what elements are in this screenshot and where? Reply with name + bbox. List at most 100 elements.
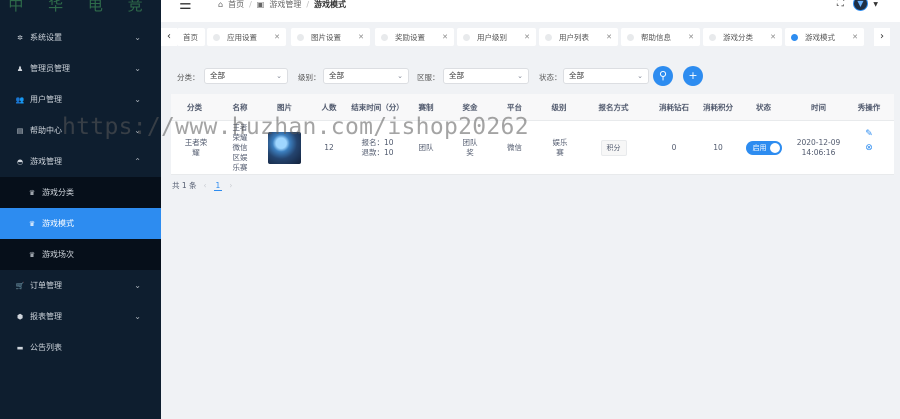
pagination-total: 共 1 条: [172, 181, 197, 190]
tab-app-settings[interactable]: 应用设置 ✕: [207, 28, 286, 46]
prev-page-icon[interactable]: ‹: [204, 181, 207, 190]
pagination: 共 1 条 ‹ 1 ›: [172, 180, 232, 191]
tab-home[interactable]: 首页: [177, 28, 205, 46]
sidebar-item-game-mode[interactable]: ♛ 游戏模式: [0, 208, 161, 239]
level-select[interactable]: 全部 ⌄: [323, 68, 409, 84]
tab-dot-icon: [545, 33, 552, 41]
close-icon[interactable]: ✕: [852, 33, 858, 41]
fullscreen-icon[interactable]: ⛶: [837, 0, 844, 9]
cell-time: 2020-12-09 14:06:16: [793, 121, 844, 175]
notice-icon: ▬: [16, 343, 24, 352]
book-icon: ▤: [16, 126, 24, 135]
edit-icon[interactable]: ✎: [865, 127, 873, 141]
sidebar-item-label: 管理员管理: [30, 64, 70, 73]
sidebar-item-system-settings[interactable]: ✲ 系统设置 ⌄: [0, 22, 161, 53]
sidebar-item-label: 游戏分类: [42, 188, 74, 197]
breadcrumb-current: 游戏模式: [314, 0, 347, 9]
sidebar-item-user-management[interactable]: 👥 用户管理 ⌄: [0, 84, 161, 115]
close-icon[interactable]: ✕: [770, 33, 776, 41]
add-button[interactable]: +: [683, 66, 703, 86]
col-header-people: 人数: [321, 102, 337, 112]
level-filter-label: 级别：: [298, 73, 321, 82]
cell-signup: 积分: [581, 121, 646, 175]
game-thumbnail: [268, 132, 301, 164]
chevron-down-icon: ⌄: [134, 126, 141, 135]
chevron-down-icon: ⌄: [134, 33, 141, 42]
tabs-scroll-right-icon[interactable]: ›: [874, 28, 890, 46]
sidebar-item-order-management[interactable]: 🛒 订单管理 ⌄: [0, 270, 161, 301]
category-select[interactable]: 全部 ⌄: [204, 68, 288, 84]
end-time-exit: 退款：10: [361, 148, 394, 157]
tab-label: 图片设置: [311, 32, 341, 42]
tab-bar: ‹ 首页 应用设置 ✕ 图片设置 ✕ 奖励设置 ✕ 用户级别 ✕ 用户列表 ✕ …: [161, 22, 900, 52]
close-icon[interactable]: ✕: [358, 33, 364, 41]
delete-icon[interactable]: ⊗: [865, 141, 873, 155]
page-number[interactable]: 1: [213, 181, 223, 191]
cell-actions: ✎ ⊗: [844, 121, 894, 175]
status-select-value: 全部: [569, 71, 584, 80]
tab-game-category[interactable]: 游戏分类 ✕: [703, 28, 782, 46]
breadcrumb-home[interactable]: 首页: [228, 0, 244, 10]
col-header-category: 分类: [187, 102, 202, 112]
breadcrumb: ⌂ 首页 / ▣ 游戏管理 / 游戏模式: [218, 0, 346, 10]
sidebar-item-label: 帮助中心: [30, 126, 62, 135]
sidebar-item-admin-management[interactable]: ♟ 管理员管理 ⌄: [0, 53, 161, 84]
sidebar-item-label: 报表管理: [30, 312, 62, 321]
caret-down-icon[interactable]: ▼: [873, 0, 878, 10]
tab-label: 首页: [183, 32, 198, 42]
close-icon[interactable]: ✕: [688, 33, 694, 41]
close-icon[interactable]: ✕: [274, 33, 280, 41]
users-icon: 👥: [15, 95, 25, 104]
breadcrumb-parent: 游戏管理: [269, 0, 302, 9]
tab-user-level[interactable]: 用户级别 ✕: [457, 28, 536, 46]
tab-label: 用户级别: [477, 32, 507, 42]
tab-dot-icon: [381, 33, 388, 41]
plus-icon: +: [688, 69, 698, 82]
avatar[interactable]: ▼: [853, 0, 868, 11]
cell-name: 王者荣耀微信区娱乐赛: [232, 123, 248, 172]
sidebar: 中 华 电 竞 ✲ 系统设置 ⌄ ♟ 管理员管理 ⌄ 👥 用户管理 ⌄ ▤ 帮助…: [0, 0, 161, 419]
tab-dot-icon: [213, 33, 220, 41]
tab-user-list[interactable]: 用户列表 ✕: [539, 28, 618, 46]
chevron-down-icon: ⌄: [397, 72, 403, 80]
close-icon[interactable]: ✕: [524, 33, 530, 41]
tab-game-mode[interactable]: 游戏模式 ✕: [785, 28, 864, 46]
sidebar-item-game-management[interactable]: ◓ 游戏管理 ⌃: [0, 146, 161, 177]
tab-reward-settings[interactable]: 奖励设置 ✕: [375, 28, 454, 46]
app-logo: 中 华 电 竞: [8, 0, 153, 14]
sidebar-item-help-center[interactable]: ▤ 帮助中心 ⌄: [0, 115, 161, 146]
col-header-diamond: 消耗钻石: [659, 102, 689, 112]
trophy-icon: ♛: [28, 250, 36, 259]
tab-label: 用户列表: [559, 32, 589, 42]
user-tie-icon: ♟: [16, 64, 24, 73]
col-header-format: 赛制: [418, 102, 434, 112]
tab-label: 奖励设置: [395, 32, 425, 42]
sidebar-item-game-category[interactable]: ♛ 游戏分类: [0, 177, 161, 208]
trophy-icon: ♛: [28, 188, 36, 197]
table-header: 分类 名称 图片 人数 结束时间（分） 赛制 奖金 平台 级别 报名方式 消耗钻…: [171, 94, 894, 121]
cell-status: 启用: [734, 121, 793, 175]
category-filter-label: 分类：: [177, 73, 200, 82]
close-icon[interactable]: ✕: [442, 33, 448, 41]
region-select-value: 全部: [449, 71, 464, 80]
menu-toggle-icon[interactable]: ☰: [179, 0, 192, 12]
tab-dot-icon: [791, 33, 798, 41]
tab-label: 帮助信息: [641, 32, 671, 42]
next-page-icon[interactable]: ›: [229, 181, 232, 190]
cell-end-time: 报名：10 退款：10: [351, 121, 404, 175]
close-icon[interactable]: ✕: [606, 33, 612, 41]
col-header-prize: 奖金: [462, 102, 478, 112]
search-button[interactable]: ⚲: [653, 66, 673, 86]
tab-image-settings[interactable]: 图片设置 ✕: [291, 28, 370, 46]
gear-icon: ✲: [17, 33, 23, 42]
sidebar-item-report-management[interactable]: ⬢ 报表管理 ⌄: [0, 301, 161, 332]
sidebar-item-announcements[interactable]: ▬ 公告列表: [0, 332, 161, 363]
region-select[interactable]: 全部 ⌄: [443, 68, 529, 84]
status-select[interactable]: 全部 ⌄: [563, 68, 649, 84]
sidebar-item-game-session[interactable]: ♛ 游戏场次: [0, 239, 161, 270]
tabs-scroll-left-icon[interactable]: ‹: [161, 28, 177, 46]
tab-help-info[interactable]: 帮助信息 ✕: [621, 28, 700, 46]
status-toggle[interactable]: 启用: [745, 141, 782, 155]
col-header-time: 时间: [811, 102, 826, 112]
level-select-value: 全部: [329, 71, 344, 80]
